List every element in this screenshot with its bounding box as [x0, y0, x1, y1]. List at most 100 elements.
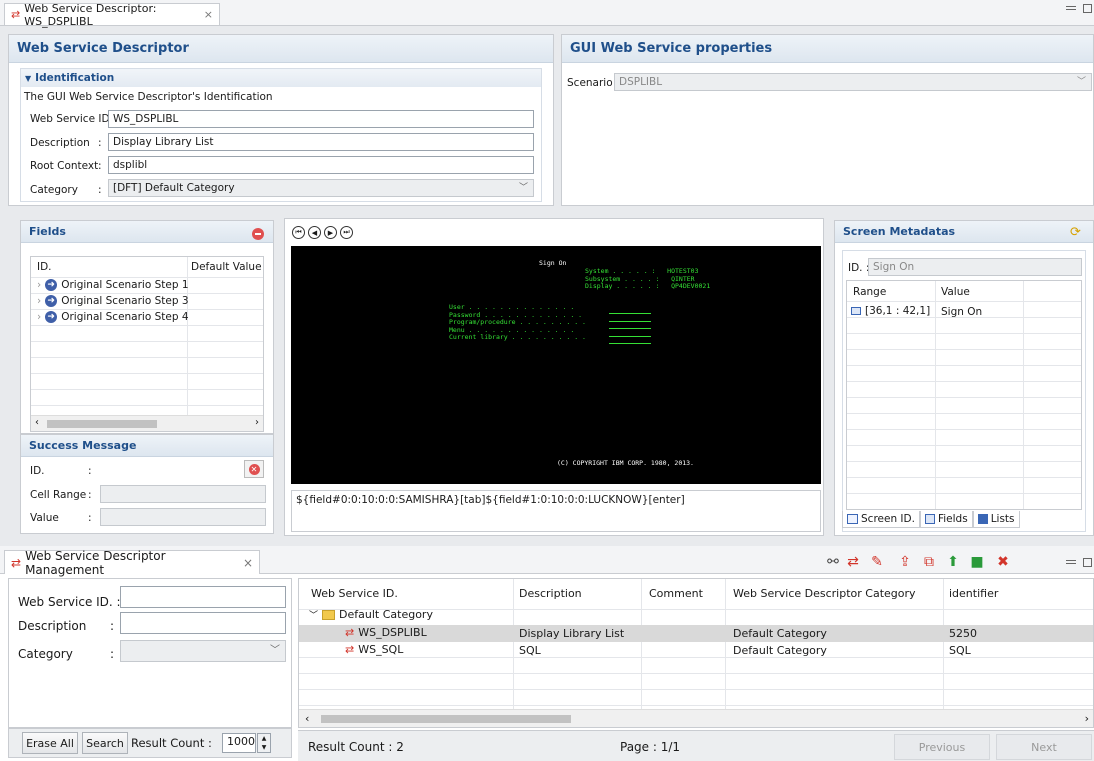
colon: : — [88, 465, 92, 477]
delete-icon[interactable]: ✖ — [994, 553, 1012, 571]
scenario-value: DSPLIBL — [619, 76, 663, 88]
metadata-col-range: Range — [853, 286, 887, 298]
duplicate-icon[interactable]: ⧉ — [920, 553, 938, 571]
tab-fields[interactable]: Fields — [919, 511, 973, 528]
colon: : — [88, 489, 92, 501]
field-tree-item[interactable]: › ➜ Original Scenario Step 1 — [37, 279, 189, 291]
identification-title: Identification — [35, 72, 115, 84]
editor-tab-title: Web Service Descriptor: WS_DSPLIBL — [24, 1, 157, 28]
descriptor-icon: ⇄ — [345, 643, 355, 656]
maximize-icon[interactable] — [1083, 558, 1092, 567]
mgmt-description-label: Description — [18, 619, 87, 633]
tab-label: Screen ID. — [861, 513, 915, 525]
column-header[interactable]: Web Service ID. — [311, 587, 398, 600]
root-context-input[interactable]: dsplibl — [108, 156, 534, 174]
terminal-input-line[interactable] — [609, 336, 651, 337]
terminal-input-line[interactable] — [609, 343, 651, 344]
field-item-label: Original Scenario Step 3 — [61, 295, 189, 307]
colon: : — [110, 647, 115, 661]
script-input[interactable]: ${field#0:0:10:0:0:SAMISHRA}[tab]${field… — [291, 490, 821, 532]
description-label: Description — [30, 137, 90, 149]
chevron-down-icon: ﹀ — [309, 611, 319, 621]
page-indicator: Page : 1/1 — [620, 740, 681, 754]
cell-range-label: Cell Range — [30, 489, 87, 501]
terminal-input-line[interactable] — [609, 321, 651, 322]
metadata-row[interactable]: [36,1 : 42,1] — [851, 305, 930, 317]
mgmt-description-input[interactable] — [120, 612, 286, 634]
erase-all-button[interactable]: Erase All — [22, 732, 78, 754]
chevron-right-icon: › — [37, 279, 42, 291]
row-desc-cell: SQL — [519, 644, 541, 657]
minimize-icon[interactable] — [1066, 6, 1076, 10]
close-icon[interactable]: × — [243, 556, 253, 570]
value-input[interactable] — [100, 508, 266, 526]
close-icon[interactable]: × — [204, 8, 213, 21]
scenario-select[interactable]: DSPLIBL ﹀ — [614, 73, 1092, 91]
export-icon[interactable]: ⇪ — [896, 553, 914, 571]
next-screen-icon[interactable]: ▶ — [324, 226, 337, 239]
previous-screen-icon[interactable]: ◀ — [308, 226, 321, 239]
collapse-icon[interactable]: ▼ — [25, 74, 31, 83]
field-item-label: Original Scenario Step 1 — [61, 279, 189, 291]
field-tree-item[interactable]: › ➜ Original Scenario Step 4 — [37, 311, 189, 323]
row-category-cell: Default Category — [733, 627, 827, 640]
binoculars-icon[interactable]: ⚯ — [824, 553, 842, 571]
remove-field-icon[interactable] — [252, 228, 264, 240]
screen-zone-icon — [851, 307, 861, 315]
ws-id-input[interactable]: WS_DSPLIBL — [108, 110, 534, 128]
chevron-down-icon: ﹀ — [518, 183, 528, 193]
arrow-icon: ➜ — [45, 295, 58, 307]
import-icon[interactable]: ⇄ — [844, 553, 862, 571]
field-tree-item[interactable]: › ➜ Original Scenario Step 3 — [37, 295, 189, 307]
chevron-right-icon: › — [37, 311, 42, 323]
terminal-copyright: (C) COPYRIGHT IBM CORP. 1980, 2013. — [557, 459, 694, 467]
tab-label: Lists — [990, 513, 1015, 525]
column-header[interactable]: Comment — [649, 587, 703, 600]
column-header[interactable]: Web Service Descriptor Category — [733, 587, 916, 600]
category-select[interactable]: [DFT] Default Category ﹀ — [108, 179, 534, 197]
spinner-icon[interactable]: ▲ ▼ — [257, 733, 271, 753]
horizontal-scrollbar[interactable]: ‹ › — [31, 415, 263, 431]
column-header[interactable]: Description — [519, 587, 582, 600]
result-count-input[interactable]: 1000 — [222, 733, 256, 753]
tab-screen-id[interactable]: Screen ID. — [842, 511, 920, 528]
category-group-row[interactable]: ﹀ Default Category — [309, 608, 433, 621]
group-label: Default Category — [339, 608, 433, 621]
folder-icon — [322, 609, 336, 620]
first-screen-icon[interactable]: ⏮ — [292, 226, 305, 239]
refresh-icon[interactable]: ⟳ — [1070, 226, 1083, 239]
descriptor-icon: ⇄ — [11, 555, 22, 570]
description-input[interactable]: Display Library List — [108, 133, 534, 151]
editor-tab[interactable]: ⇄ Web Service Descriptor: WS_DSPLIBL × — [4, 1, 220, 28]
clear-icon[interactable]: ✕ — [244, 460, 264, 478]
column-header[interactable]: identifier — [949, 587, 998, 600]
terminal-input-line[interactable] — [609, 313, 651, 314]
maximize-icon[interactable] — [1083, 4, 1092, 13]
row-id-cell: ⇄ WS_DSPLIBL — [345, 626, 427, 639]
edit-icon[interactable]: ✎ — [868, 553, 886, 571]
terminal-input-line[interactable] — [609, 328, 651, 329]
tab-lists[interactable]: Lists — [972, 511, 1020, 528]
horizontal-scrollbar[interactable]: ‹ › — [299, 709, 1093, 727]
mgmt-ws-id-input[interactable] — [120, 586, 286, 608]
management-tab[interactable]: ⇄ Web Service Descriptor Management × — [4, 549, 260, 577]
arrow-icon: ➜ — [45, 311, 58, 323]
row-id-cell: ⇄ WS_SQL — [345, 643, 404, 656]
result-count-label: Result Count : — [131, 736, 212, 750]
previous-button[interactable]: Previous — [894, 734, 990, 760]
cell-range-input[interactable] — [100, 485, 266, 503]
chevron-down-icon: ﹀ — [270, 645, 280, 656]
chevron-down-icon: ﹀ — [1076, 77, 1086, 87]
last-screen-icon[interactable]: ⏭ — [340, 226, 353, 239]
colon: : — [98, 184, 102, 196]
table-row[interactable] — [299, 642, 1093, 659]
success-title: Success Message — [21, 435, 273, 457]
metadata-tabs: Screen ID. Fields Lists — [842, 511, 1020, 528]
mgmt-category-select[interactable]: ﹀ — [120, 640, 286, 662]
next-button[interactable]: Next — [996, 734, 1092, 760]
search-button[interactable]: Search — [82, 732, 128, 754]
minimize-icon[interactable] — [1066, 560, 1076, 564]
publish-icon[interactable]: ■ — [968, 553, 986, 571]
metadata-id-input[interactable]: Sign On — [868, 258, 1082, 276]
deploy-icon[interactable]: ⬆ — [944, 553, 962, 571]
